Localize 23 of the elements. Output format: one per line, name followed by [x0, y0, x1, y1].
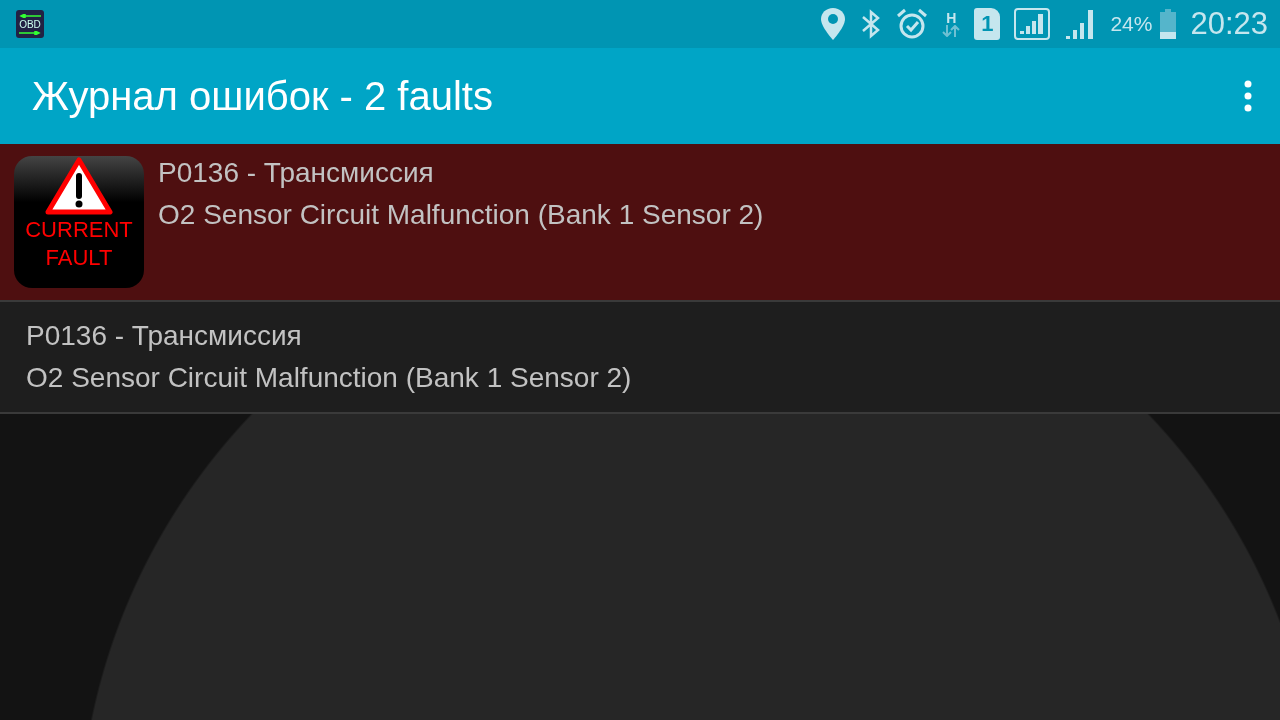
battery-icon: [1160, 9, 1177, 39]
data-arrows-icon: [942, 25, 961, 37]
badge-label: CURRENT: [25, 216, 133, 244]
location-pin-icon: [820, 7, 847, 41]
notification-icon: OBD: [16, 10, 44, 38]
signal-strength-icon: [1014, 8, 1051, 40]
mobile-data-indicator: H: [942, 11, 961, 37]
warning-triangle-icon: [44, 156, 114, 216]
fault-description: O2 Sensor Circuit Malfunction (Bank 1 Sensor 2): [26, 361, 632, 395]
more-vertical-icon: [1244, 80, 1252, 112]
clock-time: 20:23: [1190, 6, 1268, 42]
arrow-icon: [18, 30, 42, 35]
fault-code: P0136 - Трансмиссия: [26, 319, 303, 353]
arrow-icon: [18, 13, 42, 18]
battery-percent: 24%: [1110, 12, 1153, 36]
alarm-clock-icon: [896, 8, 929, 40]
fault-description: O2 Sensor Circuit Malfunction (Bank 1 Sensor 2): [158, 198, 764, 232]
fault-list-item[interactable]: P0136 - Трансмиссия O2 Sensor Circuit Malfunction (Bank 1 Sensor 2): [0, 302, 1280, 414]
fault-code: P0136 - Трансмиссия: [158, 156, 435, 190]
screen-title: Журнал ошибок - 2 faults: [32, 73, 493, 119]
badge-label: FAULT: [45, 244, 113, 272]
fault-list-item[interactable]: CURRENT FAULT P0136 - Трансмиссия O2 Sensor Circuit Malfunction (Bank 1 Sensor 2): [0, 144, 1280, 302]
sim-card-indicator: 1: [974, 8, 1001, 40]
